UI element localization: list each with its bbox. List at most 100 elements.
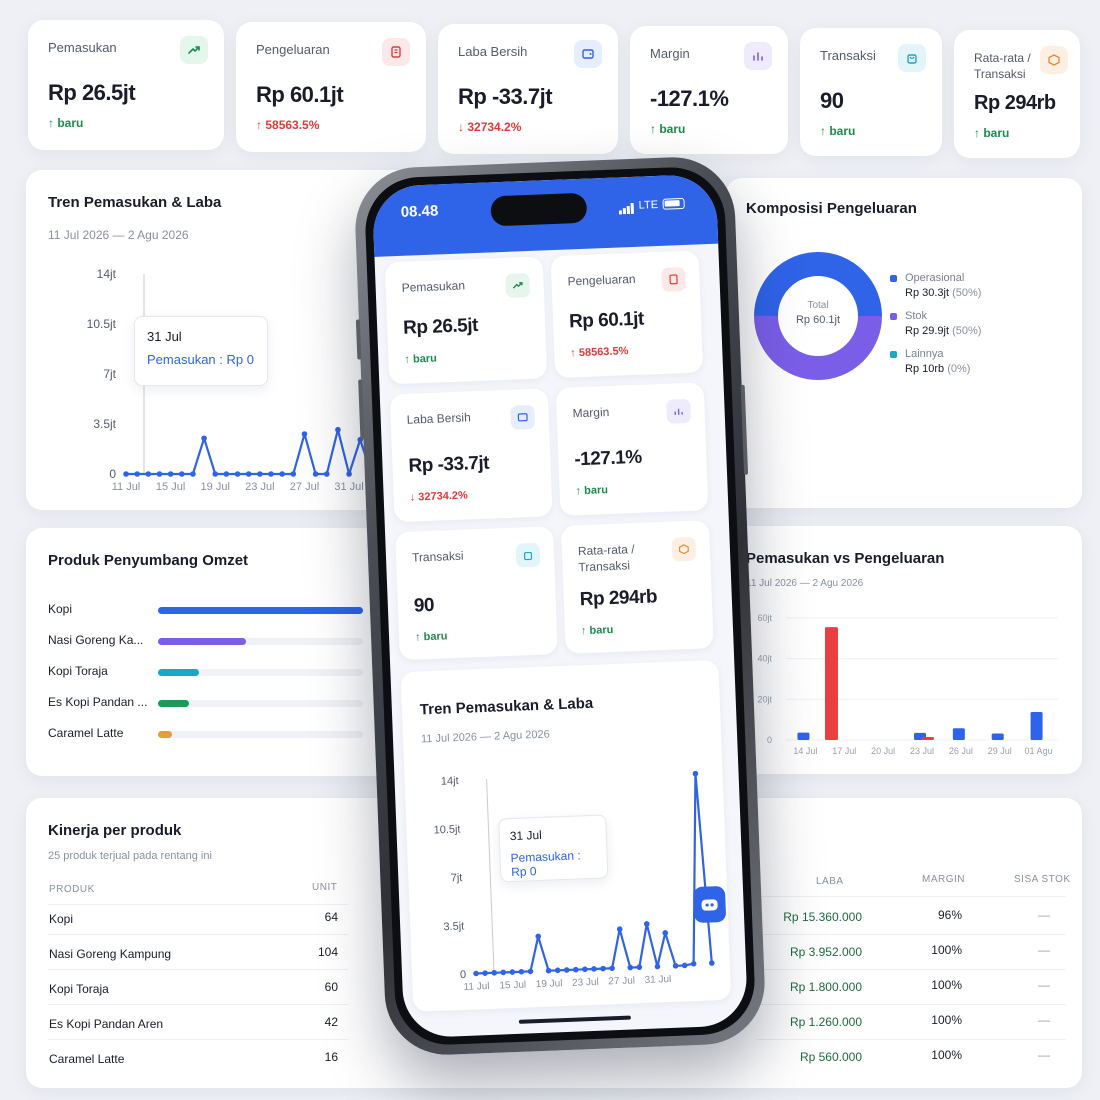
y-tick-label: 3.5jt	[93, 417, 116, 431]
composition-card: Komposisi Pengeluaran Total Rp 60.1jt Op…	[726, 178, 1082, 508]
col-header-product: PRODUK	[49, 884, 95, 895]
data-point	[609, 965, 615, 972]
kpi-change: ↓ 32734.2%	[458, 120, 522, 134]
cell-stock: —	[1038, 1048, 1050, 1062]
signal-icon	[618, 201, 636, 220]
product-bar-fill	[158, 731, 173, 738]
col-header-stock: SISA STOK	[1014, 874, 1071, 885]
product-bar-track	[158, 638, 363, 645]
data-point	[491, 969, 497, 976]
m-kpi-card-laba-bersih: Laba Bersih Rp -33.7jt ↓ 32734.2%	[389, 388, 553, 523]
cell-profit: Rp 15.360.000	[783, 910, 862, 924]
data-point	[600, 965, 606, 972]
y-tick-label: 0	[460, 969, 467, 981]
kpi-value: Rp 26.5jt	[48, 80, 136, 105]
row-divider	[48, 969, 348, 970]
product-name: Caramel Latte	[48, 726, 124, 740]
cell-stock: —	[1038, 943, 1050, 957]
y-tick-label: 7jt	[103, 367, 116, 381]
phone-side-button	[355, 319, 362, 360]
home-indicator	[518, 1015, 631, 1024]
kpi-label: Transaksi	[820, 48, 876, 63]
tooltip-date: 31 Jul	[147, 329, 182, 344]
cell-margin: 100%	[931, 1013, 962, 1027]
product-name: Kopi	[48, 602, 73, 616]
product-bar-row: Kopi	[48, 602, 368, 620]
data-point	[223, 471, 230, 477]
legend-value: Rp 29.9jt (50%)	[905, 325, 982, 337]
x-tick-label: 29 Jul	[988, 746, 1012, 756]
kpi-value: Rp 294rb	[579, 586, 658, 611]
data-point	[212, 471, 219, 477]
cell-product: Kopi	[49, 912, 74, 926]
m-kpi-card-pemasukan: Pemasukan Rp 26.5jt ↑ baru	[384, 256, 548, 385]
y-tick-label: 40jt	[757, 654, 772, 664]
data-point	[178, 471, 185, 477]
kpi-value: 90	[413, 594, 435, 617]
cell-profit: Rp 3.952.000	[789, 945, 862, 959]
data-point	[709, 960, 715, 966]
data-point	[257, 471, 263, 477]
kpi-label: Laba Bersih	[458, 44, 528, 59]
kpi-label: Laba Bersih	[406, 410, 472, 427]
x-tick-label: 23 Jul	[572, 977, 599, 989]
cell-margin: 100%	[931, 978, 962, 992]
data-point	[145, 471, 152, 477]
data-point	[279, 471, 285, 477]
phone-screen: 08.48 LTE Pemasukan Rp 26.5jt ↑ baru Pen…	[371, 173, 749, 1039]
data-point	[473, 970, 479, 977]
kpi-value: 90	[820, 88, 844, 113]
kpi-card-transaksi: Transaksi 90 ↑ baru	[800, 28, 942, 156]
product-bar-fill	[158, 700, 189, 707]
kpi-label: Rata-rata / Transaksi	[974, 51, 1031, 81]
row-divider	[756, 969, 1066, 970]
data-point	[573, 966, 579, 973]
y-tick-label: 0	[109, 467, 116, 481]
y-tick-label: 7jt	[451, 872, 463, 884]
y-tick-label: 60jt	[757, 613, 772, 623]
data-point	[167, 471, 174, 477]
row-divider	[48, 1039, 348, 1040]
y-tick-label: 14jt	[97, 267, 117, 281]
y-tick-label: 14jt	[441, 775, 459, 788]
bar-chart-icon	[666, 398, 692, 424]
products-title: Produk Penyumbang Omzet	[48, 552, 249, 569]
data-point	[268, 471, 274, 477]
cell-margin: 100%	[931, 1048, 962, 1062]
header-divider	[48, 904, 348, 905]
legend-name: Lainnya	[905, 348, 944, 360]
cell-unit: 60	[324, 980, 338, 994]
kpi-change: ↑ baru	[974, 126, 1010, 140]
data-point	[616, 926, 623, 932]
x-tick-label: 27 Jul	[290, 481, 319, 493]
assistant-bot-button[interactable]	[692, 885, 727, 924]
kpi-label: Margin	[572, 404, 610, 421]
data-point	[500, 969, 507, 976]
y-tick-label: 0	[767, 735, 772, 745]
product-bar-row: Kopi Toraja	[48, 664, 368, 682]
row-divider	[48, 1004, 348, 1005]
income-expense-card: Pemasukan vs Pengeluaran 11 Jul 2026 — 2…	[726, 526, 1082, 774]
legend-name: Stok	[905, 310, 928, 322]
data-point	[582, 966, 588, 973]
bar-chart-icon	[744, 42, 772, 70]
kpi-label: Transaksi	[411, 548, 464, 565]
x-tick-label: 23 Jul	[910, 746, 934, 756]
y-tick-label: 10.5jt	[433, 823, 460, 836]
legend-swatch	[890, 275, 897, 282]
legend-name: Operasional	[905, 272, 965, 284]
data-point	[545, 967, 552, 974]
income-expense-bar-chart: 0 20jt 40jt 60jt 14 Jul 17 Jul 20 Jul 23 Jul 26 …	[757, 613, 1058, 756]
data-point	[643, 921, 650, 927]
y-tick-label: 10.5jt	[87, 317, 117, 331]
data-point	[681, 962, 688, 969]
data-point	[672, 963, 679, 969]
cell-product: Caramel Latte	[49, 1052, 125, 1066]
product-bar-track	[158, 731, 363, 738]
row-divider	[48, 934, 348, 935]
kpi-change: ↑ baru	[580, 623, 614, 638]
m-kpi-card-margin: Margin -127.1% ↑ baru	[555, 382, 709, 516]
legend-value: Rp 30.3jt (50%)	[905, 287, 982, 299]
m-kpi-card-pengeluaran: Pengeluaran Rp 60.1jt ↑ 58563.5%	[550, 250, 704, 379]
performance-subtitle: 25 produk terjual pada rentang ini	[48, 850, 212, 862]
